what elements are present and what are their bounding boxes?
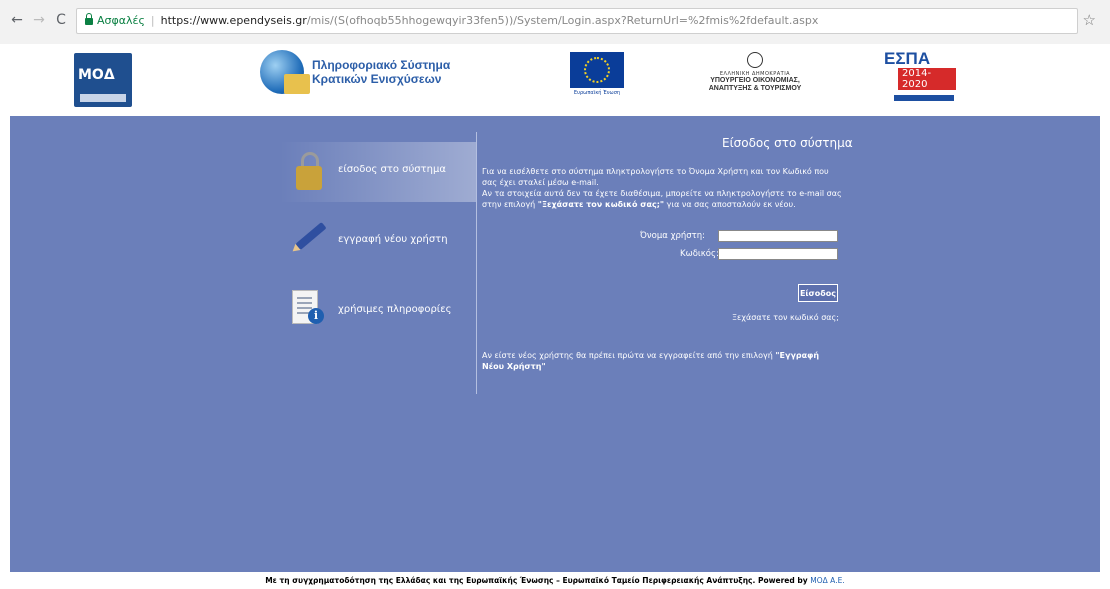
eu-caption: Ευρωπαϊκή Ένωση [573, 90, 621, 96]
folder-icon [284, 74, 310, 94]
footer-text: Με τη συγχρηματοδότηση της Ελλάδας και τ… [265, 576, 808, 585]
moda-logo-text: ΜΟΔ [78, 67, 115, 83]
nav-item-register[interactable]: εγγραφή νέου χρήστη [280, 212, 476, 272]
ministry-logo: ΕΛΛΗΝΙΚΗ ΔΗΜΟΚΡΑΤΙΑ ΥΠΟΥΡΓΕΙΟ ΟΙΚΟΝΟΜΙΑΣ… [700, 52, 810, 104]
pske-title: Πληροφοριακό Σύστημα Κρατικών Ενισχύσεων [312, 58, 450, 86]
login-title: Είσοδος στο σύστημα [722, 136, 853, 150]
forgot-inline-link[interactable]: "Ξεχάσατε τον κωδικό σας;" [538, 200, 664, 209]
espa-title: ΕΣΠΑ [884, 49, 931, 68]
pencil-icon [295, 222, 327, 250]
browser-toolbar: ← → C Ασφαλές | https://www.ependyseis.gr/… [0, 0, 1110, 45]
new-user-note: Αν είστε νέος χρήστης θα πρέπει πρώτα να… [482, 350, 842, 372]
eu-flag-icon [570, 52, 624, 88]
address-separator: | [150, 14, 155, 27]
username-input[interactable] [718, 230, 838, 242]
ministry-line2: ΑΝΑΠΤΥΞΗΣ & ΤΟΥΡΙΣΜΟΥ [708, 85, 802, 92]
back-arrow-icon[interactable]: ← [8, 11, 26, 29]
password-input[interactable] [718, 248, 838, 260]
greek-emblem-icon [747, 52, 763, 68]
logo-header: ΜΟΔ Πληροφοριακό Σύστημα Κρατικών Ενισχύ… [0, 44, 1110, 116]
footer: Με τη συγχρηματοδότηση της Ελλάδας και τ… [0, 576, 1110, 585]
username-label: Όνομα χρήστη: [640, 231, 706, 241]
secure-label: Ασφαλές [97, 14, 145, 27]
instructions-part3: για να σας αποσταλούν εκ νέου. [666, 200, 796, 209]
nav-label-register: εγγραφή νέου χρήστη [338, 234, 448, 245]
password-label: Κωδικός: [680, 249, 719, 259]
new-user-text: Αν είστε νέος χρήστης θα πρέπει πρώτα να… [482, 351, 773, 360]
reload-icon[interactable]: C [52, 11, 70, 29]
pske-logo: Πληροφοριακό Σύστημα Κρατικών Ενισχύσεων [260, 50, 460, 102]
forward-arrow-icon[interactable]: → [30, 11, 48, 29]
moda-logo: ΜΟΔ [74, 53, 132, 107]
bookmark-star-icon[interactable]: ☆ [1083, 11, 1096, 29]
address-bar[interactable]: Ασφαλές | https://www.ependyseis.gr/mis/(S… [76, 8, 1078, 34]
pske-line1: Πληροφοριακό Σύστημα [312, 58, 451, 72]
eu-logo: Ευρωπαϊκή Ένωση [570, 52, 624, 104]
powered-by-link[interactable]: ΜΟΔ Α.Ε. [810, 576, 845, 585]
instructions-part1: Για να εισέλθετε στο σύστημα πληκτρολογή… [482, 167, 829, 187]
divider [476, 132, 477, 394]
login-button[interactable]: Είσοδος [798, 284, 838, 302]
login-instructions: Για να εισέλθετε στο σύστημα πληκτρολογή… [482, 166, 842, 210]
ministry-line1: ΥΠΟΥΡΓΕΙΟ ΟΙΚΟΝΟΜΙΑΣ, [710, 77, 800, 84]
espa-years: 2014-2020 [898, 68, 956, 90]
forgot-password-link[interactable]: Ξεχάσατε τον κωδικό σας; [732, 313, 839, 322]
url-host: https://www.ependyseis.gr [160, 14, 307, 27]
nav-label-login: είσοδος στο σύστημα [338, 164, 446, 175]
nav-item-login[interactable]: είσοδος στο σύστημα [280, 142, 476, 202]
padlock-icon [296, 152, 322, 192]
nav-label-info: χρήσιμες πληροφορίες [338, 304, 452, 315]
espa-logo: ΕΣΠΑ 2014-2020 [884, 49, 956, 101]
espa-bar [894, 95, 954, 101]
lock-icon [85, 13, 93, 25]
url-path: /mis/(S(ofhoqb55hhogewqyir33fen5))/Syste… [306, 14, 819, 27]
main-panel: είσοδος στο σύστημα εγγραφή νέου χρήστη … [10, 116, 1100, 572]
info-icon: i [308, 308, 324, 324]
nav-item-info[interactable]: i χρήσιμες πληροφορίες [280, 282, 476, 342]
pske-line2: Κρατικών Ενισχύσεων [312, 72, 442, 86]
